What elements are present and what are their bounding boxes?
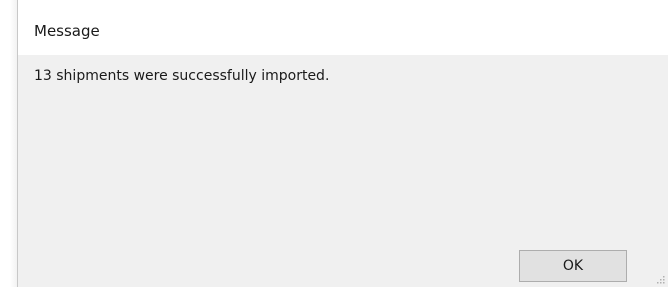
window-shadow: [10, 0, 17, 287]
message-dialog: Message 13 shipments were successfully i…: [17, 0, 668, 287]
title-bar: Message: [18, 0, 668, 55]
ok-button[interactable]: OK: [519, 250, 627, 282]
dialog-title: Message: [34, 22, 100, 40]
message-text: 13 shipments were successfully imported.: [34, 68, 330, 84]
resize-grip-icon[interactable]: [654, 273, 666, 285]
